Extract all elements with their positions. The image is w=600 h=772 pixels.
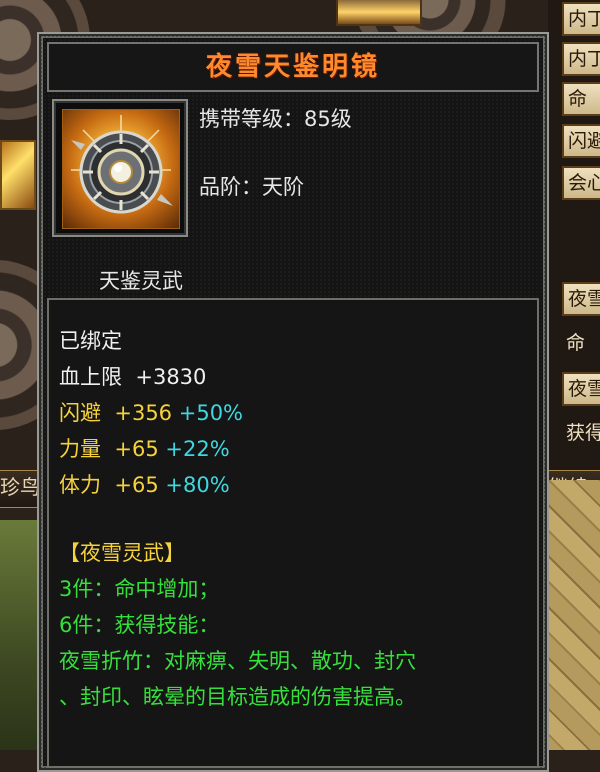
side-button[interactable]: 闪避 bbox=[562, 124, 600, 158]
stat-base: +65 bbox=[114, 437, 159, 461]
stat-name: 血上限 bbox=[59, 365, 122, 389]
stat-row: 力量 +65 +22% bbox=[59, 434, 230, 464]
side-button[interactable]: 内丁 bbox=[562, 2, 600, 36]
item-details: 已绑定 血上限 +3830 闪避 +356 +50% 力量 +65 +22% 体… bbox=[47, 298, 539, 768]
set-name: 【夜雪灵武】 bbox=[59, 541, 185, 565]
tooltip-title-bar: 夜雪天鉴明镜 bbox=[47, 42, 539, 92]
side-button[interactable]: 夜雪 bbox=[562, 282, 600, 316]
item-slot[interactable] bbox=[0, 140, 36, 210]
stat-percent: +80% bbox=[165, 473, 230, 497]
stat-name: 体力 bbox=[59, 473, 101, 497]
stat-row: 体力 +65 +80% bbox=[59, 470, 230, 500]
set-bonus-line: 夜雪折竹：对麻痹、失明、散功、封穴 bbox=[59, 649, 416, 673]
stat-base: +65 bbox=[114, 473, 159, 497]
stat-base: +356 bbox=[114, 401, 173, 425]
carry-level: 携带等级：85级 bbox=[199, 107, 352, 131]
side-button[interactable]: 会心 bbox=[562, 166, 600, 200]
item-tooltip: 夜雪天鉴明镜 携带等级：85级 品阶：天阶 天鉴灵武 已绑定 血上限 +3830… bbox=[37, 32, 549, 772]
item-grade: 品阶：天阶 bbox=[199, 175, 304, 199]
item-icon-frame bbox=[52, 99, 188, 237]
set-bonus-line: 6件：获得技能： bbox=[59, 613, 220, 637]
stat-base: +3830 bbox=[135, 365, 207, 389]
item-title: 夜雪天鉴明镜 bbox=[205, 52, 380, 82]
stat-percent: +22% bbox=[165, 437, 230, 461]
side-text: 命 bbox=[566, 332, 586, 354]
stat-row: 闪避 +356 +50% bbox=[59, 398, 243, 428]
stat-percent: +50% bbox=[178, 401, 244, 425]
set-bonus-line: 、封印、眩晕的目标造成的伤害提高。 bbox=[59, 685, 416, 709]
item-slot[interactable] bbox=[336, 0, 422, 26]
side-button[interactable]: 夜雪 bbox=[562, 372, 600, 406]
map-area bbox=[540, 480, 600, 750]
side-button[interactable]: 内丁 bbox=[562, 42, 600, 76]
set-bonus-line: 3件：命中增加； bbox=[59, 577, 220, 601]
stat-name: 闪避 bbox=[59, 401, 101, 425]
side-button[interactable]: 命 bbox=[562, 82, 600, 116]
map-area bbox=[0, 520, 40, 750]
bound-status: 已绑定 bbox=[59, 329, 122, 353]
stat-name: 力量 bbox=[59, 437, 101, 461]
side-text: 获得 bbox=[566, 422, 600, 444]
stat-row: 血上限 +3830 bbox=[59, 362, 206, 392]
strip-label[interactable]: 珍鸟 bbox=[0, 472, 40, 502]
set-category: 天鉴灵武 bbox=[99, 269, 183, 293]
mirror-shield-icon bbox=[62, 109, 180, 229]
